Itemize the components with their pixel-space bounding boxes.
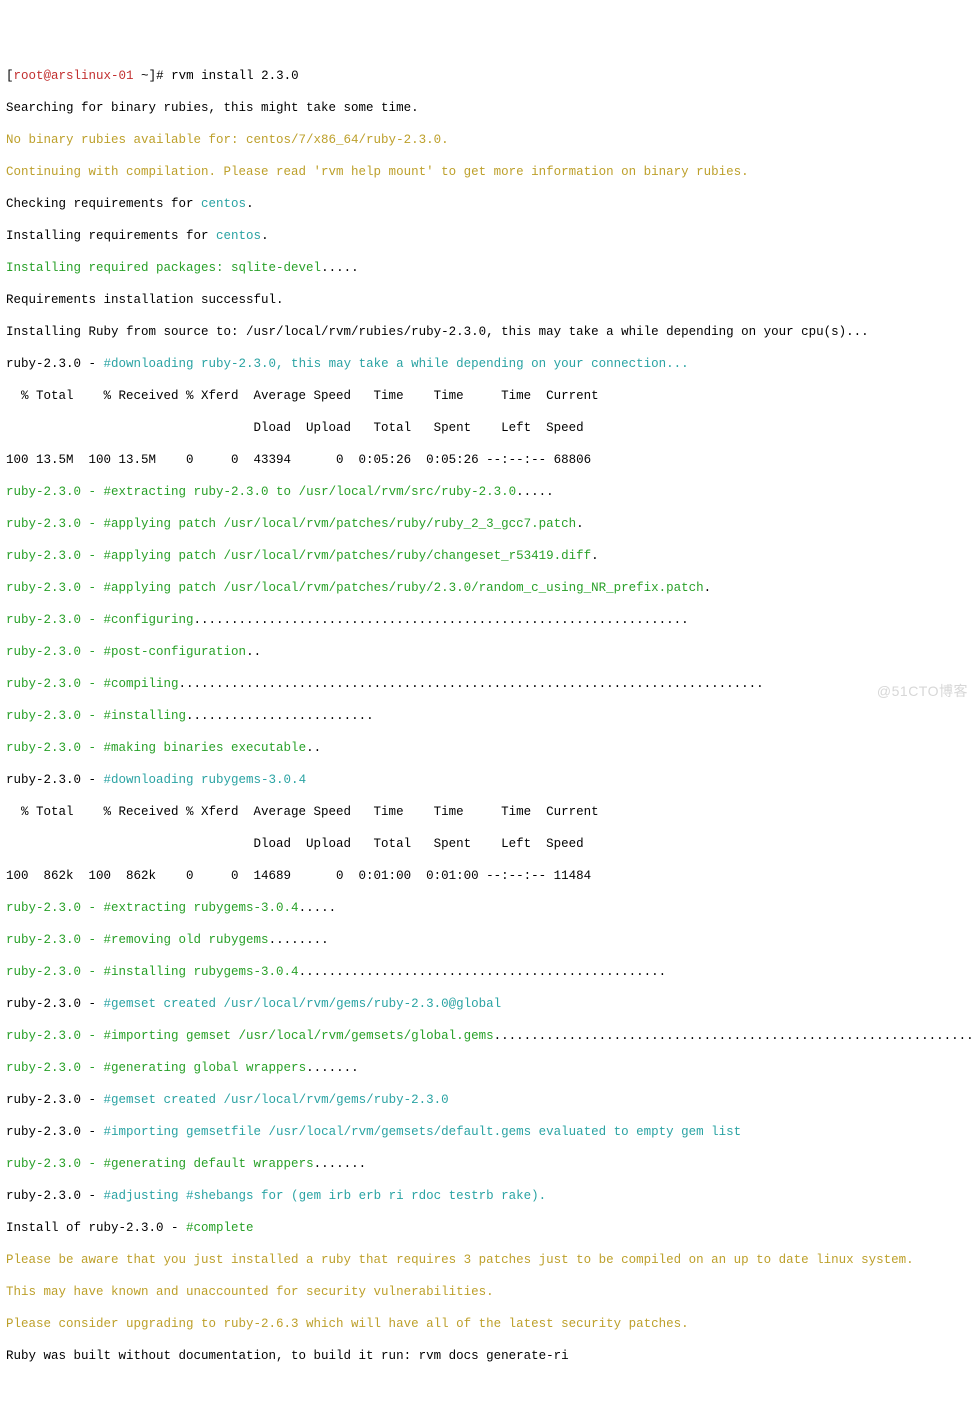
terminal-line: [root@arslinux-01 ~]# rvm install 2.3.0 bbox=[6, 68, 972, 84]
terminal-line: ruby-2.3.0 - #removing old rubygems.....… bbox=[6, 932, 972, 948]
terminal-line: Please be aware that you just installed … bbox=[6, 1252, 972, 1268]
terminal-line: ruby-2.3.0 - #downloading rubygems-3.0.4 bbox=[6, 772, 972, 788]
os-name: centos bbox=[201, 197, 246, 211]
terminal-line: ruby-2.3.0 - #applying patch /usr/local/… bbox=[6, 580, 972, 596]
terminal-line: ruby-2.3.0 - #compiling.................… bbox=[6, 676, 972, 692]
terminal-line: ruby-2.3.0 - #configuring...............… bbox=[6, 612, 972, 628]
terminal-line: ruby-2.3.0 - #gemset created /usr/local/… bbox=[6, 1092, 972, 1108]
terminal-line: Installing Ruby from source to: /usr/loc… bbox=[6, 324, 972, 340]
terminal-line: No binary rubies available for: centos/7… bbox=[6, 132, 972, 148]
terminal-line: ruby-2.3.0 - #installing................… bbox=[6, 708, 972, 724]
terminal-line: Requirements installation successful. bbox=[6, 292, 972, 308]
os-name: centos bbox=[216, 229, 261, 243]
prompt-path: ~ bbox=[141, 69, 149, 83]
download-header: % Total % Received % Xferd Average Speed… bbox=[6, 804, 972, 820]
prompt-user-host: root@arslinux-01 bbox=[14, 69, 142, 83]
download-progress: 100 862k 100 862k 0 0 14689 0 0:01:00 0:… bbox=[6, 868, 972, 884]
terminal-line: ruby-2.3.0 - #downloading ruby-2.3.0, th… bbox=[6, 356, 972, 372]
terminal-line: ruby-2.3.0 - #extracting rubygems-3.0.4.… bbox=[6, 900, 972, 916]
terminal-line: Searching for binary rubies, this might … bbox=[6, 100, 972, 116]
terminal-line: ruby-2.3.0 - #making binaries executable… bbox=[6, 740, 972, 756]
download-header: Dload Upload Total Spent Left Speed bbox=[6, 836, 972, 852]
terminal-line: Install of ruby-2.3.0 - #complete bbox=[6, 1220, 972, 1236]
terminal-line: ruby-2.3.0 - #adjusting #shebangs for (g… bbox=[6, 1188, 972, 1204]
terminal-line: ruby-2.3.0 - #post-configuration.. bbox=[6, 644, 972, 660]
terminal-line: ruby-2.3.0 - #importing gemset /usr/loca… bbox=[6, 1028, 972, 1044]
terminal-line: ruby-2.3.0 - #applying patch /usr/local/… bbox=[6, 548, 972, 564]
prompt-open: [ bbox=[6, 69, 14, 83]
watermark: @51CTO博客 bbox=[877, 683, 968, 701]
command-text[interactable]: rvm install 2.3.0 bbox=[171, 69, 299, 83]
terminal-line: ruby-2.3.0 - #importing gemsetfile /usr/… bbox=[6, 1124, 972, 1140]
terminal-line: Continuing with compilation. Please read… bbox=[6, 164, 972, 180]
terminal-line: ruby-2.3.0 - #generating default wrapper… bbox=[6, 1156, 972, 1172]
terminal-line: Ruby was built without documentation, to… bbox=[6, 1348, 972, 1364]
download-progress: 100 13.5M 100 13.5M 0 0 43394 0 0:05:26 … bbox=[6, 452, 972, 468]
terminal-line: ruby-2.3.0 - #gemset created /usr/local/… bbox=[6, 996, 972, 1012]
download-header: % Total % Received % Xferd Average Speed… bbox=[6, 388, 972, 404]
terminal-line: Installing required packages: sqlite-dev… bbox=[6, 260, 972, 276]
terminal-line: ruby-2.3.0 - #installing rubygems-3.0.4.… bbox=[6, 964, 972, 980]
download-header: Dload Upload Total Spent Left Speed bbox=[6, 420, 972, 436]
terminal-line: This may have known and unaccounted for … bbox=[6, 1284, 972, 1300]
terminal-line: Installing requirements for centos. bbox=[6, 228, 972, 244]
terminal-line: ruby-2.3.0 - #generating global wrappers… bbox=[6, 1060, 972, 1076]
terminal-line: ruby-2.3.0 - #applying patch /usr/local/… bbox=[6, 516, 972, 532]
terminal-line: Please consider upgrading to ruby-2.6.3 … bbox=[6, 1316, 972, 1332]
prompt-close: ]# bbox=[149, 69, 172, 83]
terminal-line: Checking requirements for centos. bbox=[6, 196, 972, 212]
terminal-line: ruby-2.3.0 - #extracting ruby-2.3.0 to /… bbox=[6, 484, 972, 500]
